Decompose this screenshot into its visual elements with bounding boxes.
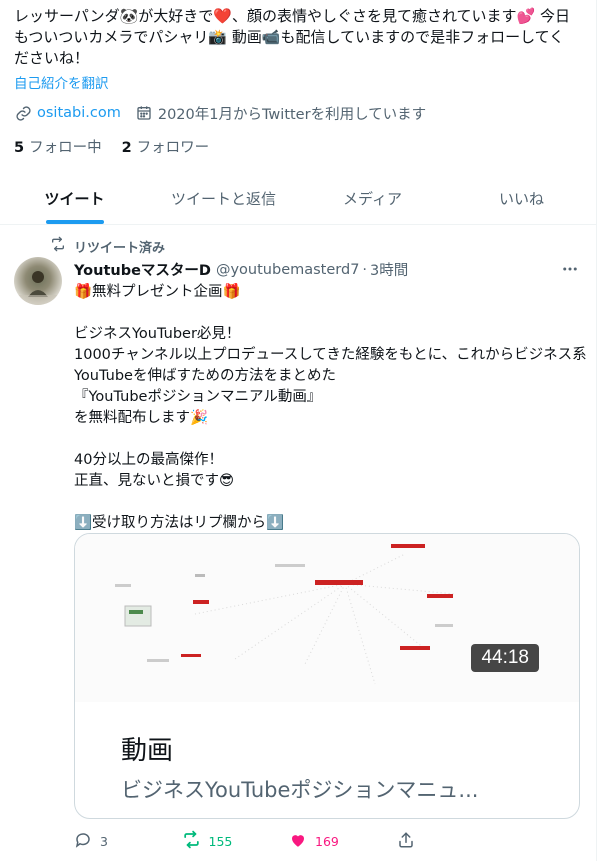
author-handle[interactable]: @youtubemasterd7 xyxy=(216,262,359,278)
tab-tweets-and-replies[interactable]: ツイートと返信 xyxy=(149,172,298,224)
followers-count: 2 xyxy=(121,140,132,156)
avatar[interactable] xyxy=(14,257,62,305)
like-button[interactable]: 169 xyxy=(289,831,397,852)
calendar-icon xyxy=(135,104,153,122)
profile-tabs: ツイート ツイートと返信 メディア いいね xyxy=(0,172,596,225)
website-link[interactable]: ositabi.com xyxy=(37,105,121,121)
joined-date: 2020年1月からTwitterを利用しています xyxy=(157,106,427,123)
link-icon xyxy=(14,104,32,122)
following-label: フォロー中 xyxy=(29,140,102,156)
tweet-time[interactable]: 3時間 xyxy=(370,259,408,280)
tweet-text: 🎁無料プレゼント企画🎁 ビジネスYouTuber必見！ 1000チャンネル以上プ… xyxy=(74,284,587,531)
retweet-icon xyxy=(182,830,201,852)
reply-button[interactable]: 3 xyxy=(74,831,182,852)
profile-meta: ositabi.com 2020年1月からTwitterを利用しています xyxy=(14,102,426,124)
like-count: 169 xyxy=(315,833,339,849)
bio-line: もついついカメラでパシャリ📸 動画📹も配信していますので是非フォローしてく xyxy=(14,28,565,46)
tab-likes[interactable]: いいね xyxy=(447,172,596,224)
tweet-header: YoutubeマスターD @youtubemasterd7 · 3時間 xyxy=(74,259,408,280)
reply-icon xyxy=(74,831,92,852)
following-count: 5 xyxy=(14,140,25,156)
separator: · xyxy=(362,261,368,278)
follow-stats: 5 フォロー中 2 フォロワー xyxy=(14,136,209,157)
heart-icon xyxy=(289,831,307,852)
video-duration: 44:18 xyxy=(471,644,539,672)
translate-bio-link[interactable]: 自己紹介を翻訳 xyxy=(14,72,109,92)
card-description: ビジネスYouTubeポジションマニュ... xyxy=(121,778,479,802)
retweet-icon xyxy=(50,236,66,256)
retweet-label: リツイート済み xyxy=(74,240,166,256)
card-title: 動画 xyxy=(121,736,174,766)
tweet-actions: 3 155 169 xyxy=(74,828,504,854)
video-card[interactable]: 44:18 動画 ビジネスYouTubeポジションマニュ... xyxy=(74,533,580,819)
video-thumbnail[interactable]: 44:18 xyxy=(75,534,579,702)
tab-tweets[interactable]: ツイート xyxy=(0,172,149,224)
retweet-count: 155 xyxy=(208,833,233,849)
bio-line: ださいね！ xyxy=(14,49,90,67)
share-icon xyxy=(397,831,415,852)
column-border xyxy=(596,0,597,861)
followers-label: フォロワー xyxy=(136,140,210,156)
following-link[interactable]: 5 フォロー中 xyxy=(14,136,102,157)
followers-link[interactable]: 2 フォロワー xyxy=(122,136,210,157)
retweet-indicator: リツイート済み xyxy=(50,236,165,256)
bio-line: レッサーパンダ🐼が大好きで❤️、顔の表情やしぐさを見て癒されています💕 今日 xyxy=(14,7,570,25)
more-icon[interactable] xyxy=(560,259,580,279)
share-button[interactable] xyxy=(397,831,505,852)
retweet-button[interactable]: 155 xyxy=(182,830,290,852)
profile-bio: レッサーパンダ🐼が大好きで❤️、顔の表情やしぐさを見て癒されています💕 今日 も… xyxy=(14,6,604,69)
tab-media[interactable]: メディア xyxy=(298,172,447,224)
author-name[interactable]: YoutubeマスターD xyxy=(74,259,211,280)
reply-count: 3 xyxy=(100,833,108,849)
